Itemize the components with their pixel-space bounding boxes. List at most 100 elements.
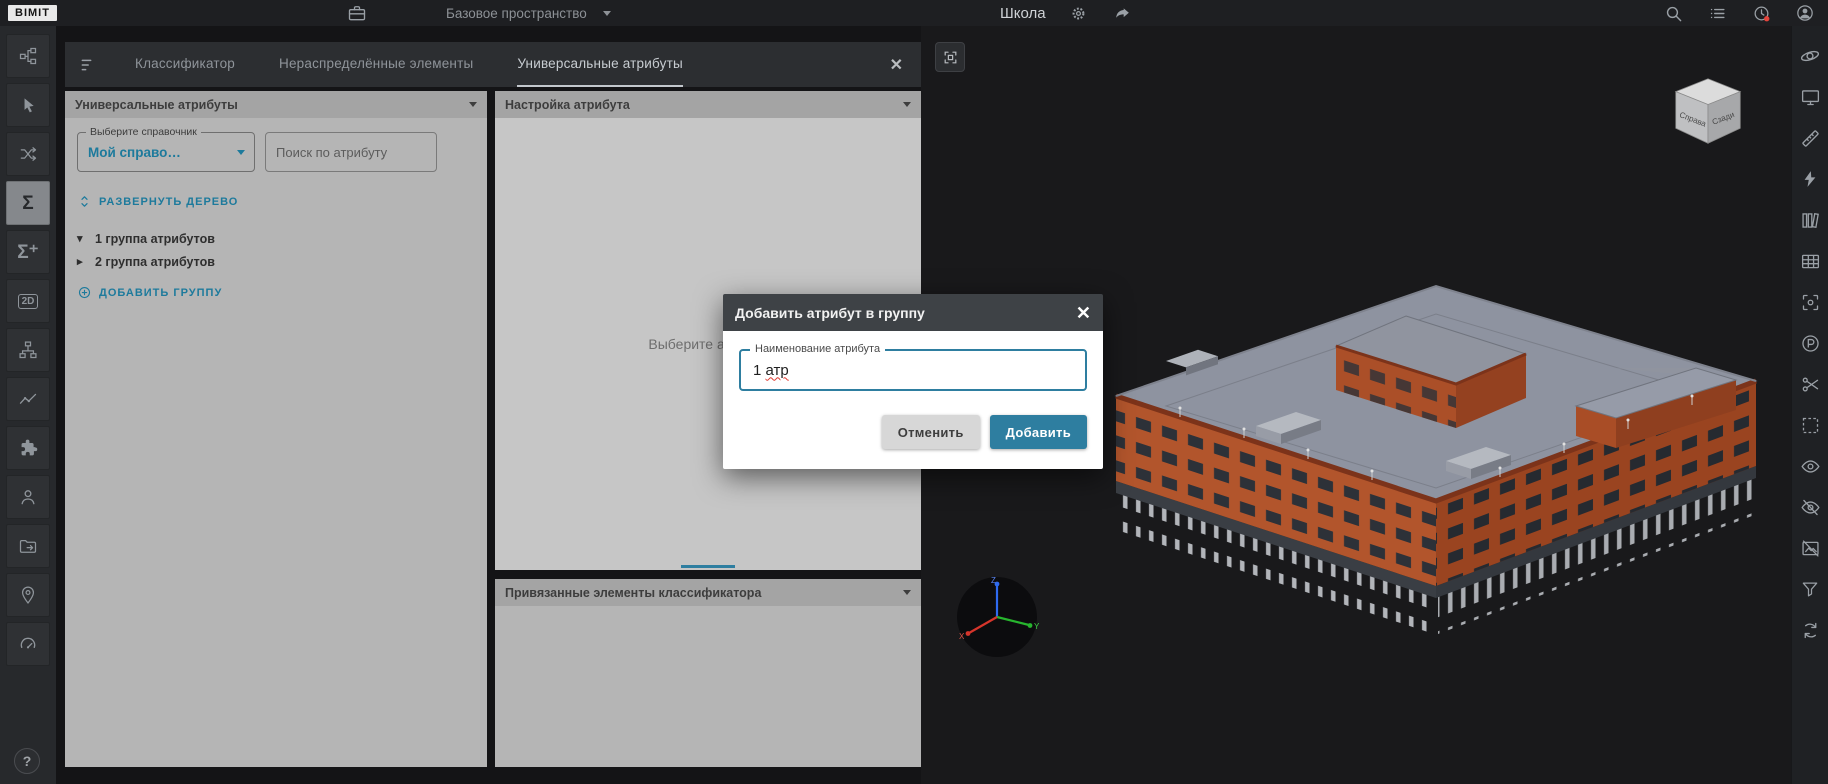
misspelled-word: атр: [766, 362, 789, 379]
attribute-name-field[interactable]: Наименование атрибута 1 атр: [739, 349, 1087, 391]
fit-to-screen-button[interactable]: [935, 42, 965, 72]
close-icon[interactable]: ✕: [1076, 304, 1091, 322]
axis-gizmo[interactable]: Z Y X: [951, 571, 1043, 663]
linked-elements-body: [495, 606, 921, 767]
topbar: BIMIT Базовое пространство Школа: [0, 0, 1828, 26]
universal-attributes-panel-body: Выберите справочник Мой справо… РАЗВЕРНУ…: [65, 118, 487, 314]
logo-text: BIMIT: [8, 5, 57, 21]
tree-item-group-1[interactable]: ▾ 1 группа атрибутов: [77, 227, 475, 250]
app-window: BIMIT Базовое пространство Школа: [0, 0, 1828, 784]
dialog-header[interactable]: Добавить атрибут в группу ✕: [723, 294, 1103, 331]
table-grid-icon[interactable]: [1798, 249, 1822, 273]
horizontal-scrollbar[interactable]: [681, 565, 735, 568]
universal-attributes-panel: Универсальные атрибуты Выберите справочн…: [65, 91, 487, 767]
projects-button[interactable]: [346, 0, 368, 26]
tree-item-label: 2 группа атрибутов: [95, 255, 215, 269]
chevron-down-icon: [603, 11, 611, 16]
folder-shared-icon[interactable]: [6, 524, 50, 568]
attribute-name-value: 1 атр: [753, 362, 789, 379]
line-chart-icon[interactable]: [6, 377, 50, 421]
selection-box-icon[interactable]: [1798, 413, 1822, 437]
add-group-button[interactable]: ДОБАВИТЬ ГРУППУ: [77, 285, 475, 300]
puzzle-icon[interactable]: [6, 426, 50, 470]
tree-item-group-2[interactable]: ▸ 2 группа атрибутов: [77, 250, 475, 273]
chevron-down-icon: [903, 102, 911, 107]
sigma-icon[interactable]: Σ: [6, 181, 50, 225]
eye-icon[interactable]: [1798, 454, 1822, 478]
panel-header-title: Привязанные элементы классификатора: [505, 586, 761, 600]
tab-universal-attributes[interactable]: Универсальные атрибуты: [517, 42, 683, 87]
reference-select-value: Мой справо…: [88, 145, 181, 160]
workspace-dropdown[interactable]: Базовое пространство: [446, 0, 611, 26]
plus-circle-icon: [77, 285, 92, 300]
axis-label-z: Z: [991, 576, 996, 585]
org-chart-icon[interactable]: [6, 328, 50, 372]
reference-select[interactable]: Выберите справочник Мой справо…: [77, 132, 255, 172]
chevron-down-icon: [469, 102, 477, 107]
panel-menu-icon[interactable]: [79, 55, 99, 75]
share-icon[interactable]: [1112, 2, 1134, 24]
select-cursor-icon[interactable]: [6, 83, 50, 127]
ruler-icon[interactable]: [1798, 126, 1822, 150]
add-attribute-dialog: Добавить атрибут в группу ✕ Наименование…: [723, 294, 1103, 469]
tab-classifier[interactable]: Классификатор: [135, 42, 235, 87]
axis-label-x: X: [959, 632, 965, 641]
attribute-search-input[interactable]: [265, 132, 437, 172]
lightning-icon[interactable]: [1798, 167, 1822, 191]
account-tree-icon[interactable]: [6, 34, 50, 78]
chevron-down-icon: [903, 590, 911, 595]
expand-tree-label: РАЗВЕРНУТЬ ДЕРЕВО: [99, 196, 238, 208]
eye-off-icon[interactable]: [1798, 495, 1822, 519]
search-icon[interactable]: [1662, 2, 1684, 24]
tree-item-label: 1 группа атрибутов: [95, 232, 215, 246]
universal-attributes-panel-header[interactable]: Универсальные атрибуты: [65, 91, 487, 118]
linked-elements-header[interactable]: Привязанные элементы классификатора: [495, 579, 921, 606]
2d-icon[interactable]: 2D: [6, 279, 50, 323]
sync-icon[interactable]: [1798, 618, 1822, 642]
dialog-title: Добавить атрибут в группу: [735, 305, 925, 321]
navigation-cube[interactable]: Справа Сзади: [1665, 68, 1751, 154]
parking-icon[interactable]: [1798, 331, 1822, 355]
center-focus-icon[interactable]: [1798, 290, 1822, 314]
axis-label-y: Y: [1034, 622, 1040, 631]
attribute-groups-tree: ▾ 1 группа атрибутов ▸ 2 группа атрибуто…: [77, 227, 475, 273]
tabbar: Классификатор Нераспределённые элементы …: [65, 42, 921, 87]
image-off-icon[interactable]: [1798, 536, 1822, 560]
person-icon[interactable]: [6, 475, 50, 519]
reference-select-label: Выберите справочник: [86, 126, 201, 138]
panel-header-title: Универсальные атрибуты: [75, 98, 238, 112]
person-pin-icon[interactable]: [6, 573, 50, 617]
account-icon[interactable]: [1794, 2, 1816, 24]
filter-icon[interactable]: [1798, 577, 1822, 601]
section-scissors-icon[interactable]: [1798, 372, 1822, 396]
attribute-settings-header[interactable]: Настройка атрибута: [495, 91, 921, 118]
help-button[interactable]: ?: [14, 748, 40, 774]
orbit-icon[interactable]: [1798, 44, 1822, 68]
building-model[interactable]: [1106, 276, 1766, 656]
dialog-body: Наименование атрибута 1 атр Отменить Доб…: [723, 331, 1103, 469]
sigma-plus-icon[interactable]: Σ⁺: [6, 230, 50, 274]
display-icon[interactable]: [1798, 85, 1822, 109]
right-toolbar: [1791, 26, 1828, 784]
connections-icon[interactable]: [6, 132, 50, 176]
caret-collapsed-icon: ▸: [77, 255, 87, 268]
tab-unallocated-elements[interactable]: Нераспределённые элементы: [279, 42, 473, 87]
fit-to-screen-icon: [942, 49, 959, 66]
close-icon[interactable]: ✕: [890, 55, 903, 75]
gear-icon[interactable]: [1068, 2, 1090, 24]
project-title: Школа: [1000, 5, 1046, 22]
submit-button[interactable]: Добавить: [990, 415, 1087, 449]
cancel-button[interactable]: Отменить: [882, 415, 980, 449]
logo[interactable]: BIMIT: [8, 0, 57, 26]
chevron-down-icon: [237, 150, 245, 155]
history-icon[interactable]: [1750, 2, 1772, 24]
panel-divider: [495, 570, 921, 579]
expand-tree-button[interactable]: РАЗВЕРНУТЬ ДЕРЕВО: [77, 194, 475, 209]
attribute-name-label: Наименование атрибута: [750, 343, 885, 355]
books-icon[interactable]: [1798, 208, 1822, 232]
left-toolbar: Σ Σ⁺ 2D: [0, 26, 56, 784]
workspace-label: Базовое пространство: [446, 6, 587, 21]
gauge-icon[interactable]: [6, 622, 50, 666]
notification-dot: [1764, 16, 1769, 21]
list-icon[interactable]: [1706, 2, 1728, 24]
